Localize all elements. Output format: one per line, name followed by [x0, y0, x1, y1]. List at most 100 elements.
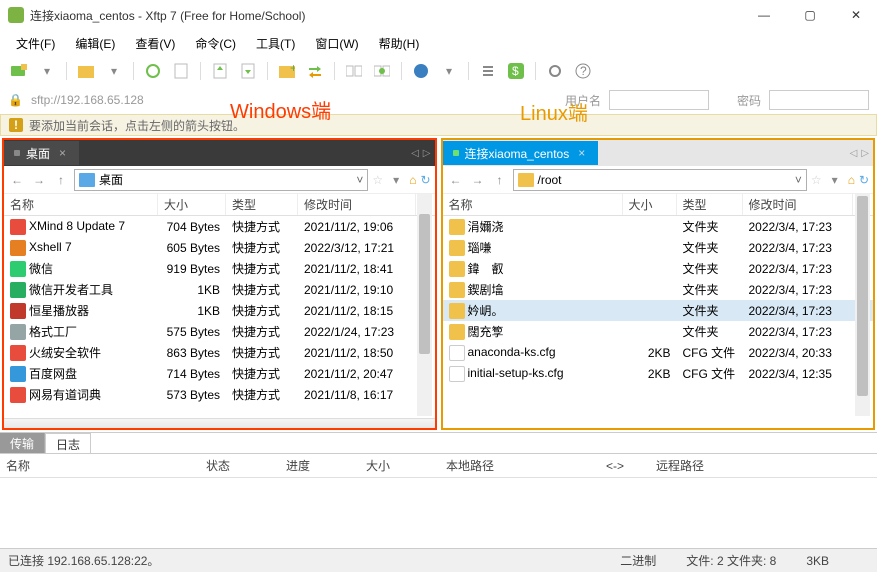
- new-session-icon[interactable]: [8, 60, 30, 82]
- file-name: 微信: [4, 260, 158, 278]
- settings-icon[interactable]: [544, 60, 566, 82]
- globe-icon[interactable]: [410, 60, 432, 82]
- menu-help[interactable]: 帮助(H): [371, 33, 428, 54]
- dropdown-icon[interactable]: ▾: [103, 60, 125, 82]
- th-progress[interactable]: 进度: [280, 457, 360, 474]
- menu-tools[interactable]: 工具(T): [248, 33, 303, 54]
- th-arrow[interactable]: <->: [600, 459, 650, 473]
- file-row[interactable]: 网易有道词典573 Bytes快捷方式2021/11/8, 16:17: [4, 384, 435, 405]
- local-path-input[interactable]: 桌面 ˅: [74, 169, 368, 191]
- favorite-icon[interactable]: ☆: [811, 173, 822, 187]
- close-tab-icon[interactable]: ×: [56, 146, 69, 160]
- file-icon: [449, 219, 465, 235]
- col-name[interactable]: 名称: [4, 194, 158, 215]
- th-size[interactable]: 大小: [360, 457, 440, 474]
- file-row[interactable]: 恒星播放器1KB快捷方式2021/11/2, 18:15: [4, 300, 435, 321]
- file-row[interactable]: 格式工厂575 Bytes快捷方式2022/1/24, 17:23: [4, 321, 435, 342]
- th-remote[interactable]: 远程路径: [650, 457, 770, 474]
- file-row[interactable]: 妗岄。文件夹2022/3/4, 17:23: [443, 300, 874, 321]
- menu-file[interactable]: 文件(F): [8, 33, 63, 54]
- col-name[interactable]: 名称: [443, 194, 623, 215]
- path-dropdown-icon[interactable]: ˅: [356, 173, 363, 187]
- dropdown-icon[interactable]: ▾: [438, 60, 460, 82]
- tab-next-icon[interactable]: ▷: [423, 148, 431, 159]
- file-row[interactable]: 鍏 叡文件夹2022/3/4, 17:23: [443, 258, 874, 279]
- menu-window[interactable]: 窗口(W): [307, 33, 366, 54]
- forward-icon[interactable]: →: [30, 173, 48, 187]
- col-size[interactable]: 大小: [158, 194, 226, 215]
- dropdown-icon[interactable]: ▾: [826, 173, 844, 187]
- local-tab[interactable]: 桌面 ×: [4, 141, 79, 165]
- close-button[interactable]: ✕: [843, 2, 869, 28]
- close-tab-icon[interactable]: ×: [575, 146, 588, 160]
- refresh-icon[interactable]: ↻: [420, 173, 430, 187]
- file-row[interactable]: 微信919 Bytes快捷方式2021/11/2, 18:41: [4, 258, 435, 279]
- file-row[interactable]: 瑙嗛文件夹2022/3/4, 17:23: [443, 237, 874, 258]
- back-icon[interactable]: ←: [8, 173, 26, 187]
- new-file-icon[interactable]: [170, 60, 192, 82]
- scroll-thumb[interactable]: [857, 196, 868, 396]
- tab-prev-icon[interactable]: ◁: [411, 148, 419, 159]
- reconnect-icon[interactable]: [142, 60, 164, 82]
- menu-view[interactable]: 查看(V): [127, 33, 183, 54]
- scroll-thumb[interactable]: [419, 214, 430, 354]
- home-icon[interactable]: ⌂: [848, 173, 855, 187]
- list-view-icon[interactable]: [477, 60, 499, 82]
- address-url[interactable]: sftp://192.168.65.128: [31, 93, 144, 107]
- dropdown-icon[interactable]: ▾: [387, 173, 405, 187]
- tab-transfer[interactable]: 传输: [0, 433, 45, 453]
- remote-path-input[interactable]: /root ˅: [513, 169, 807, 191]
- file-row[interactable]: 微信开发者工具1KB快捷方式2021/11/2, 19:10: [4, 279, 435, 300]
- file-row[interactable]: 火绒安全软件863 Bytes快捷方式2021/11/2, 18:50: [4, 342, 435, 363]
- scrollbar[interactable]: [417, 194, 432, 416]
- col-size[interactable]: 大小: [623, 194, 677, 215]
- xshell-icon[interactable]: $: [505, 60, 527, 82]
- open-icon[interactable]: [75, 60, 97, 82]
- menu-edit[interactable]: 编辑(E): [67, 33, 123, 54]
- file-row[interactable]: 涓嬭浇文件夹2022/3/4, 17:23: [443, 216, 874, 237]
- sync-icon[interactable]: [371, 60, 393, 82]
- file-row[interactable]: Xshell 7605 Bytes快捷方式2022/3/12, 17:21: [4, 237, 435, 258]
- col-date[interactable]: 修改时间: [743, 194, 853, 215]
- file-icon: [10, 387, 26, 403]
- minimize-button[interactable]: —: [751, 2, 777, 28]
- col-type[interactable]: 类型: [677, 194, 743, 215]
- path-dropdown-icon[interactable]: ˅: [795, 173, 802, 187]
- col-date[interactable]: 修改时间: [298, 194, 416, 215]
- tab-log[interactable]: 日志: [45, 433, 91, 453]
- tab-prev-icon[interactable]: ◁: [850, 148, 858, 159]
- refresh-icon[interactable]: ↻: [859, 173, 869, 187]
- forward-icon[interactable]: →: [469, 173, 487, 187]
- compare-icon[interactable]: [343, 60, 365, 82]
- back-icon[interactable]: ←: [447, 173, 465, 187]
- up-icon[interactable]: ↑: [52, 173, 70, 187]
- th-local[interactable]: 本地路径: [440, 457, 600, 474]
- file-row[interactable]: 鍥剧墖文件夹2022/3/4, 17:23: [443, 279, 874, 300]
- maximize-button[interactable]: ▢: [797, 2, 823, 28]
- scrollbar[interactable]: [855, 194, 870, 416]
- favorite-icon[interactable]: ☆: [372, 173, 383, 187]
- file-row[interactable]: 百度网盘714 Bytes快捷方式2021/11/2, 20:47: [4, 363, 435, 384]
- home-icon[interactable]: ⌂: [409, 173, 416, 187]
- new-folder-icon[interactable]: +: [276, 60, 298, 82]
- file-row[interactable]: XMind 8 Update 7704 Bytes快捷方式2021/11/2, …: [4, 216, 435, 237]
- upload-icon[interactable]: [209, 60, 231, 82]
- download-icon[interactable]: [237, 60, 259, 82]
- up-icon[interactable]: ↑: [491, 173, 509, 187]
- remote-tab[interactable]: 连接xiaoma_centos ×: [443, 141, 599, 165]
- password-input[interactable]: [769, 90, 869, 110]
- scroll-track[interactable]: [4, 418, 435, 428]
- username-input[interactable]: [609, 90, 709, 110]
- dropdown-icon[interactable]: ▾: [36, 60, 58, 82]
- file-row[interactable]: initial-setup-ks.cfg2KBCFG 文件2022/3/4, 1…: [443, 363, 874, 384]
- file-row[interactable]: 闊充箰文件夹2022/3/4, 17:23: [443, 321, 874, 342]
- transfer-icon[interactable]: [304, 60, 326, 82]
- file-row[interactable]: anaconda-ks.cfg2KBCFG 文件2022/3/4, 20:33: [443, 342, 874, 363]
- th-name[interactable]: 名称: [0, 457, 200, 474]
- th-status[interactable]: 状态: [200, 457, 280, 474]
- remote-path: /root: [538, 173, 562, 187]
- tab-next-icon[interactable]: ▷: [861, 148, 869, 159]
- menu-cmd[interactable]: 命令(C): [187, 33, 244, 54]
- help-icon[interactable]: ?: [572, 60, 594, 82]
- col-type[interactable]: 类型: [226, 194, 298, 215]
